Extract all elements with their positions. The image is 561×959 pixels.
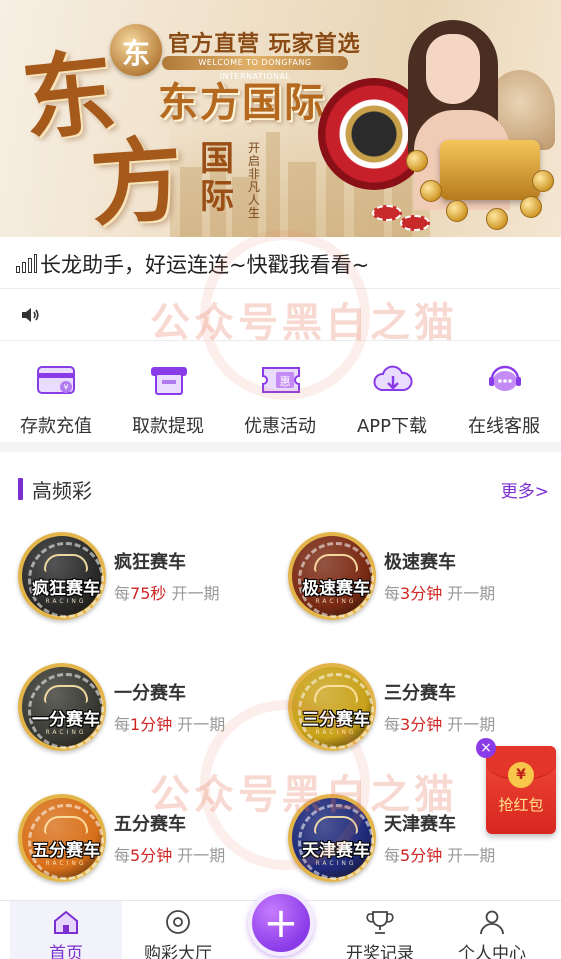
deposit-button[interactable]: ¥ 存款充值 [0, 360, 112, 437]
app-page: 东 方 国际 开启非凡人生 东 官方直营 玩家首选 WELCOME TO DON… [0, 0, 561, 959]
promo-banner[interactable]: 东 方 国际 开启非凡人生 东 官方直营 玩家首选 WELCOME TO DON… [0, 0, 561, 237]
tab-draw-results[interactable]: 开奖记录 [324, 901, 436, 959]
gold-coin-image [532, 170, 554, 192]
watermark-text: 公众号黑白之猫 [150, 300, 458, 346]
lottery-badge-racing: RACING [45, 598, 87, 605]
deposit-card-icon: ¥ [37, 366, 75, 394]
treasure-chest-image [440, 140, 540, 200]
banner-tagline: 开启非凡人生 [248, 141, 261, 220]
gold-coin-image [406, 150, 428, 172]
banner-guoji-text: 国际 [200, 139, 234, 217]
withdraw-label: 取款提现 [132, 416, 204, 437]
tab-lottery-hall[interactable]: 购彩大厅 [122, 901, 234, 959]
tab-draw-results-label: 开奖记录 [346, 944, 414, 959]
lottery-period: 每3分钟 开一期 [384, 715, 496, 734]
red-packet-button[interactable]: ¥ 抢红包 [486, 746, 556, 834]
lottery-period: 每75秒 开一期 [114, 584, 220, 603]
casino-chip-image [372, 205, 402, 221]
lottery-item[interactable]: 疯狂赛车 RACING 疯狂赛车 每75秒 开一期 [0, 528, 270, 638]
red-packet-coin-icon: ¥ [508, 762, 534, 788]
section-title: 高频彩 [32, 479, 92, 503]
more-link[interactable]: 更多> [501, 477, 549, 502]
tab-home-label: 首页 [49, 944, 83, 959]
cloud-download-icon [373, 365, 413, 391]
gold-coin-image [446, 200, 468, 222]
red-packet-label: 抢红包 [498, 796, 544, 814]
withdraw-atm-icon [151, 367, 187, 395]
app-download-button[interactable]: APP下载 [336, 360, 448, 437]
lottery-name: 一分赛车 [114, 683, 186, 704]
trophy-icon [366, 911, 394, 934]
lottery-period: 每3分钟 开一期 [384, 584, 496, 603]
signal-bars-icon [16, 253, 38, 273]
section-divider [0, 442, 561, 452]
brand-logo-icon: 东 [110, 24, 162, 76]
lottery-badge-name: 五分赛车 [32, 841, 100, 861]
lottery-badge-name: 极速赛车 [302, 579, 370, 599]
lottery-name: 三分赛车 [384, 683, 456, 704]
lottery-period: 每5分钟 开一期 [114, 846, 226, 865]
speaker-icon [22, 308, 39, 322]
banner-english-ribbon: WELCOME TO DONGFANG INTERNATIONAL [162, 56, 348, 81]
tab-profile[interactable]: 个人中心 [436, 901, 548, 959]
tab-home[interactable]: 首页 [10, 901, 122, 959]
promotions-label: 优惠活动 [244, 416, 316, 437]
lottery-period: 每1分钟 开一期 [114, 715, 226, 734]
app-download-label: APP下载 [356, 416, 428, 437]
section-accent-bar [18, 478, 23, 500]
deposit-label: 存款充值 [20, 416, 92, 437]
lottery-period: 每5分钟 开一期 [384, 846, 496, 865]
lottery-badge-icon: 五分赛车 RACING [18, 794, 106, 882]
section-header: 高频彩 更多> [0, 452, 561, 524]
customer-service-button[interactable]: 在线客服 [448, 360, 560, 437]
casino-chip-image [400, 215, 430, 231]
svg-text:¥: ¥ [63, 383, 68, 392]
lottery-name: 极速赛车 [384, 552, 456, 573]
watermark-text: 公众号黑白之猫 [150, 772, 458, 818]
chat-support-icon [489, 365, 521, 391]
plus-icon: + [263, 898, 299, 947]
gold-coin-image [520, 196, 542, 218]
lottery-badge-racing: RACING [315, 598, 357, 605]
home-icon [54, 910, 78, 934]
lottery-item[interactable]: 极速赛车 RACING 极速赛车 每3分钟 开一期 [270, 528, 540, 638]
banner-slogan: 官方直营 玩家首选 [168, 32, 361, 57]
lottery-badge-racing: RACING [45, 729, 87, 736]
tab-lottery-hall-label: 购彩大厅 [144, 944, 212, 959]
gold-coin-image [486, 208, 508, 230]
lottery-badge-icon: 疯狂赛车 RACING [18, 532, 106, 620]
banner-brand-name: 东方国际 [158, 79, 326, 126]
gold-coin-image [420, 180, 442, 202]
lottery-badge-name: 一分赛车 [32, 710, 100, 730]
lottery-badge-icon: 一分赛车 RACING [18, 663, 106, 751]
red-packet-close-icon[interactable]: × [476, 738, 496, 758]
lottery-name: 疯狂赛车 [114, 552, 186, 573]
lottery-badge-icon: 极速赛车 RACING [288, 532, 376, 620]
lottery-badge-racing: RACING [45, 860, 87, 867]
lottery-badge-name: 疯狂赛车 [32, 579, 100, 599]
center-add-button[interactable]: + [248, 890, 314, 956]
tab-profile-label: 个人中心 [458, 944, 526, 959]
customer-service-label: 在线客服 [468, 416, 540, 437]
withdraw-button[interactable]: 取款提现 [112, 360, 224, 437]
user-icon [480, 910, 504, 935]
lottery-hall-icon [166, 910, 190, 934]
